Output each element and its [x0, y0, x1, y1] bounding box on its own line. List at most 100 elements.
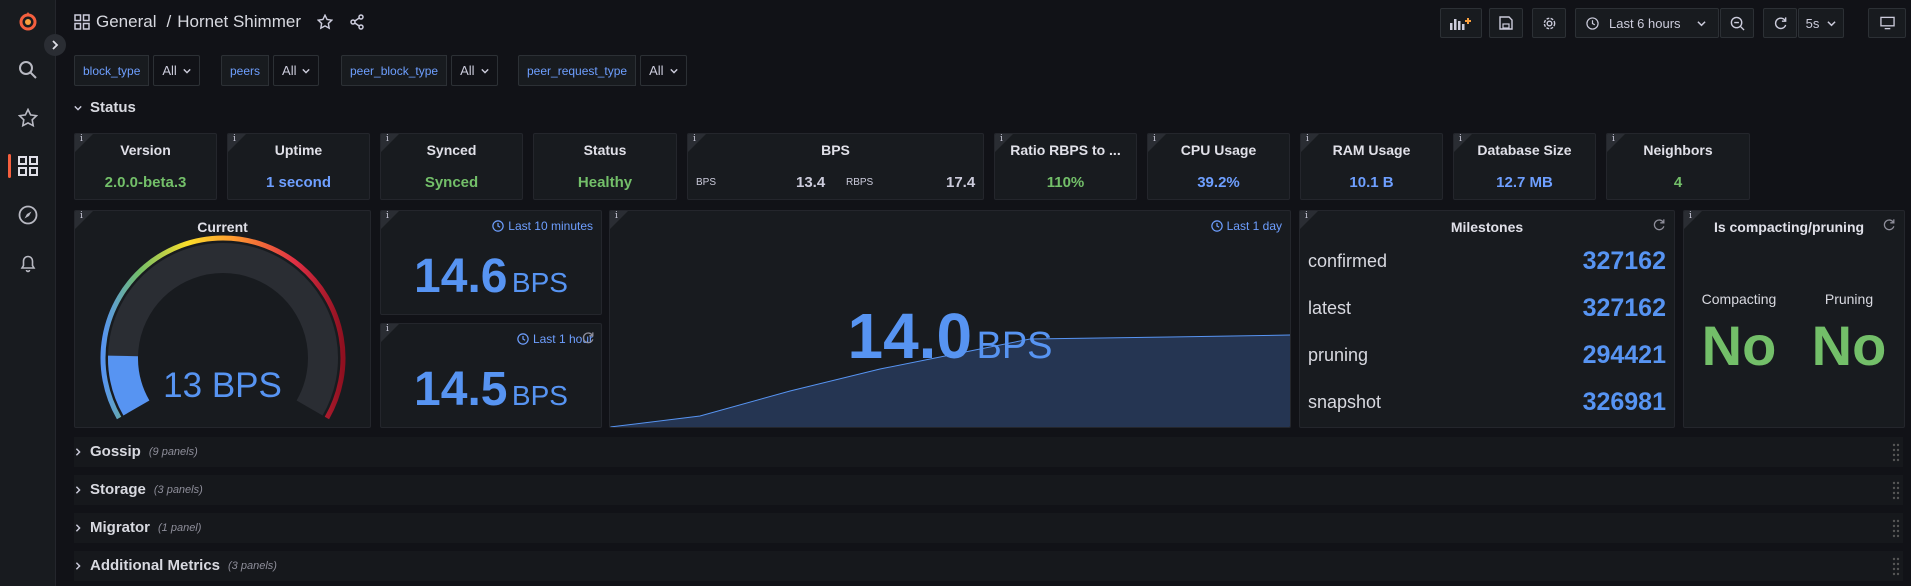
variable-value: All	[649, 63, 664, 78]
refresh-interval-picker[interactable]: 5s	[1798, 8, 1844, 38]
refresh-icon	[582, 332, 594, 344]
variable-peers: peers All	[221, 55, 320, 86]
breadcrumb-separator: /	[166, 12, 172, 31]
stat-value: 14.5 BPS	[381, 362, 601, 417]
gauge-unit: BPS	[211, 366, 282, 405]
stat-value: Synced	[424, 174, 479, 191]
time-override: Last 1 day	[1210, 219, 1282, 233]
chevron-down-icon	[1696, 20, 1706, 26]
row-title: Storage	[90, 481, 146, 498]
variable-label: peers	[221, 55, 270, 86]
stat-unit: BPS	[511, 380, 568, 411]
clock-icon	[517, 333, 529, 345]
panel-ram: i RAM Usage 10.1 B	[1300, 133, 1443, 200]
row-panel-count: (3 panels)	[153, 483, 203, 496]
add-panel-button[interactable]	[1440, 8, 1482, 38]
row-title: Migrator	[90, 519, 150, 536]
variable-select-peer-request-type[interactable]: All	[640, 55, 687, 86]
milestone-row-confirmed: confirmed 327162	[1308, 247, 1666, 276]
row-additional-metrics-bg	[74, 551, 1903, 581]
time-picker-button[interactable]: Last 6 hours	[1575, 8, 1719, 38]
row-title: Gossip	[90, 443, 141, 460]
stat-unit: BPS	[976, 325, 1053, 367]
rbps-value: 17.4	[946, 174, 976, 191]
bps-value: 13.4	[796, 174, 826, 191]
chevron-down-icon	[1827, 20, 1836, 26]
milestone-name: pruning	[1308, 345, 1369, 365]
variable-value: All	[460, 63, 475, 78]
drag-handle-icon[interactable]	[1891, 556, 1901, 576]
stat-number: 14.6	[414, 250, 508, 303]
milestone-row-pruning: pruning 294421	[1308, 341, 1666, 370]
drag-handle-icon[interactable]	[1891, 442, 1901, 462]
panel-bps-last-1-day: i Last 1 day 14.0 BPS	[609, 210, 1291, 428]
share-icon[interactable]	[349, 14, 365, 30]
panel-title: BPS	[821, 142, 850, 158]
panel-uptime: i Uptime 1 second	[227, 133, 370, 200]
milestone-name: latest	[1308, 298, 1352, 318]
row-storage-toggle[interactable]: Storage (3 panels)	[74, 481, 203, 498]
time-override-label: Last 10 minutes	[508, 219, 593, 233]
row-title: Status	[90, 99, 136, 116]
row-gossip-toggle[interactable]: Gossip (9 panels)	[74, 443, 198, 460]
panel-title: Ratio RBPS to ...	[1010, 142, 1121, 158]
variable-peer-block-type: peer_block_type All	[341, 55, 498, 86]
variable-select-block-type[interactable]: All	[153, 55, 200, 86]
drag-handle-icon[interactable]	[1891, 518, 1901, 538]
breadcrumb: General / Hornet Shimmer	[74, 12, 365, 32]
zoom-out-icon	[1730, 16, 1745, 31]
row-status-toggle[interactable]: Status	[74, 99, 136, 116]
dashboard-settings-button[interactable]	[1532, 8, 1566, 38]
breadcrumb-folder[interactable]: General	[96, 12, 156, 32]
panel-neighbors: i Neighbors 4	[1606, 133, 1750, 200]
save-icon	[1499, 16, 1513, 30]
add-panel-icon	[1450, 18, 1471, 30]
gauge-number: 13	[163, 366, 203, 405]
drag-handle-icon[interactable]	[1891, 480, 1901, 500]
row-additional-metrics-toggle[interactable]: Additional Metrics (3 panels)	[74, 557, 277, 574]
chevron-right-icon	[75, 485, 81, 494]
stat-value: 39.2%	[1197, 174, 1240, 191]
stat-value: 2.0.0-beta.3	[104, 174, 187, 191]
refresh-button[interactable]	[1763, 8, 1797, 38]
time-range-label: Last 6 hours	[1609, 15, 1681, 31]
save-dashboard-button[interactable]	[1489, 8, 1523, 38]
stat-value: Healthy	[577, 174, 633, 191]
stat-unit: BPS	[511, 267, 568, 298]
panel-title: Is compacting/pruning	[1713, 219, 1865, 235]
panel-title: Current	[197, 219, 248, 235]
dashboards-icon[interactable]	[16, 154, 40, 178]
stat-value: 10.1 B	[1349, 174, 1394, 191]
grafana-logo-icon[interactable]	[16, 10, 40, 34]
bps-label: BPS	[696, 177, 717, 188]
panel-bps-last-1-hour: i Last 1 hour 14.5 BPS	[380, 323, 602, 428]
panel-title: Milestones	[1450, 219, 1524, 235]
refresh-icon	[1883, 219, 1895, 231]
row-title: Additional Metrics	[90, 557, 221, 574]
variable-select-peer-block-type[interactable]: All	[451, 55, 498, 86]
explore-compass-icon[interactable]	[16, 203, 40, 227]
row-migrator-toggle[interactable]: Migrator (1 panel)	[74, 519, 201, 536]
row-storage-bg	[74, 475, 1903, 505]
refresh-icon	[1653, 219, 1665, 231]
info-icon[interactable]: i	[381, 211, 399, 229]
panel-ratio: i Ratio RBPS to ... 110%	[994, 133, 1137, 200]
row-panel-count: (9 panels)	[148, 445, 198, 458]
panel-title: Uptime	[274, 142, 323, 158]
panel-status: Status Healthy	[533, 133, 677, 200]
view-mode-button[interactable]	[1868, 8, 1906, 38]
time-override: Last 10 minutes	[492, 219, 593, 233]
compacting-value: No	[1701, 314, 1777, 377]
star-icon[interactable]	[16, 106, 40, 130]
search-icon[interactable]	[16, 58, 40, 82]
variable-label: peer_block_type	[341, 55, 448, 86]
panel-title: CPU Usage	[1180, 142, 1257, 158]
alerting-bell-icon[interactable]	[16, 251, 40, 275]
star-favorite-icon[interactable]	[316, 14, 333, 30]
info-icon[interactable]: i	[381, 324, 399, 342]
gear-icon	[1543, 17, 1555, 29]
zoom-out-button[interactable]	[1720, 8, 1754, 38]
breadcrumb-dashboard-title[interactable]: Hornet Shimmer	[177, 12, 301, 32]
variable-select-peers[interactable]: All	[273, 55, 320, 86]
milestone-name: confirmed	[1308, 251, 1388, 271]
